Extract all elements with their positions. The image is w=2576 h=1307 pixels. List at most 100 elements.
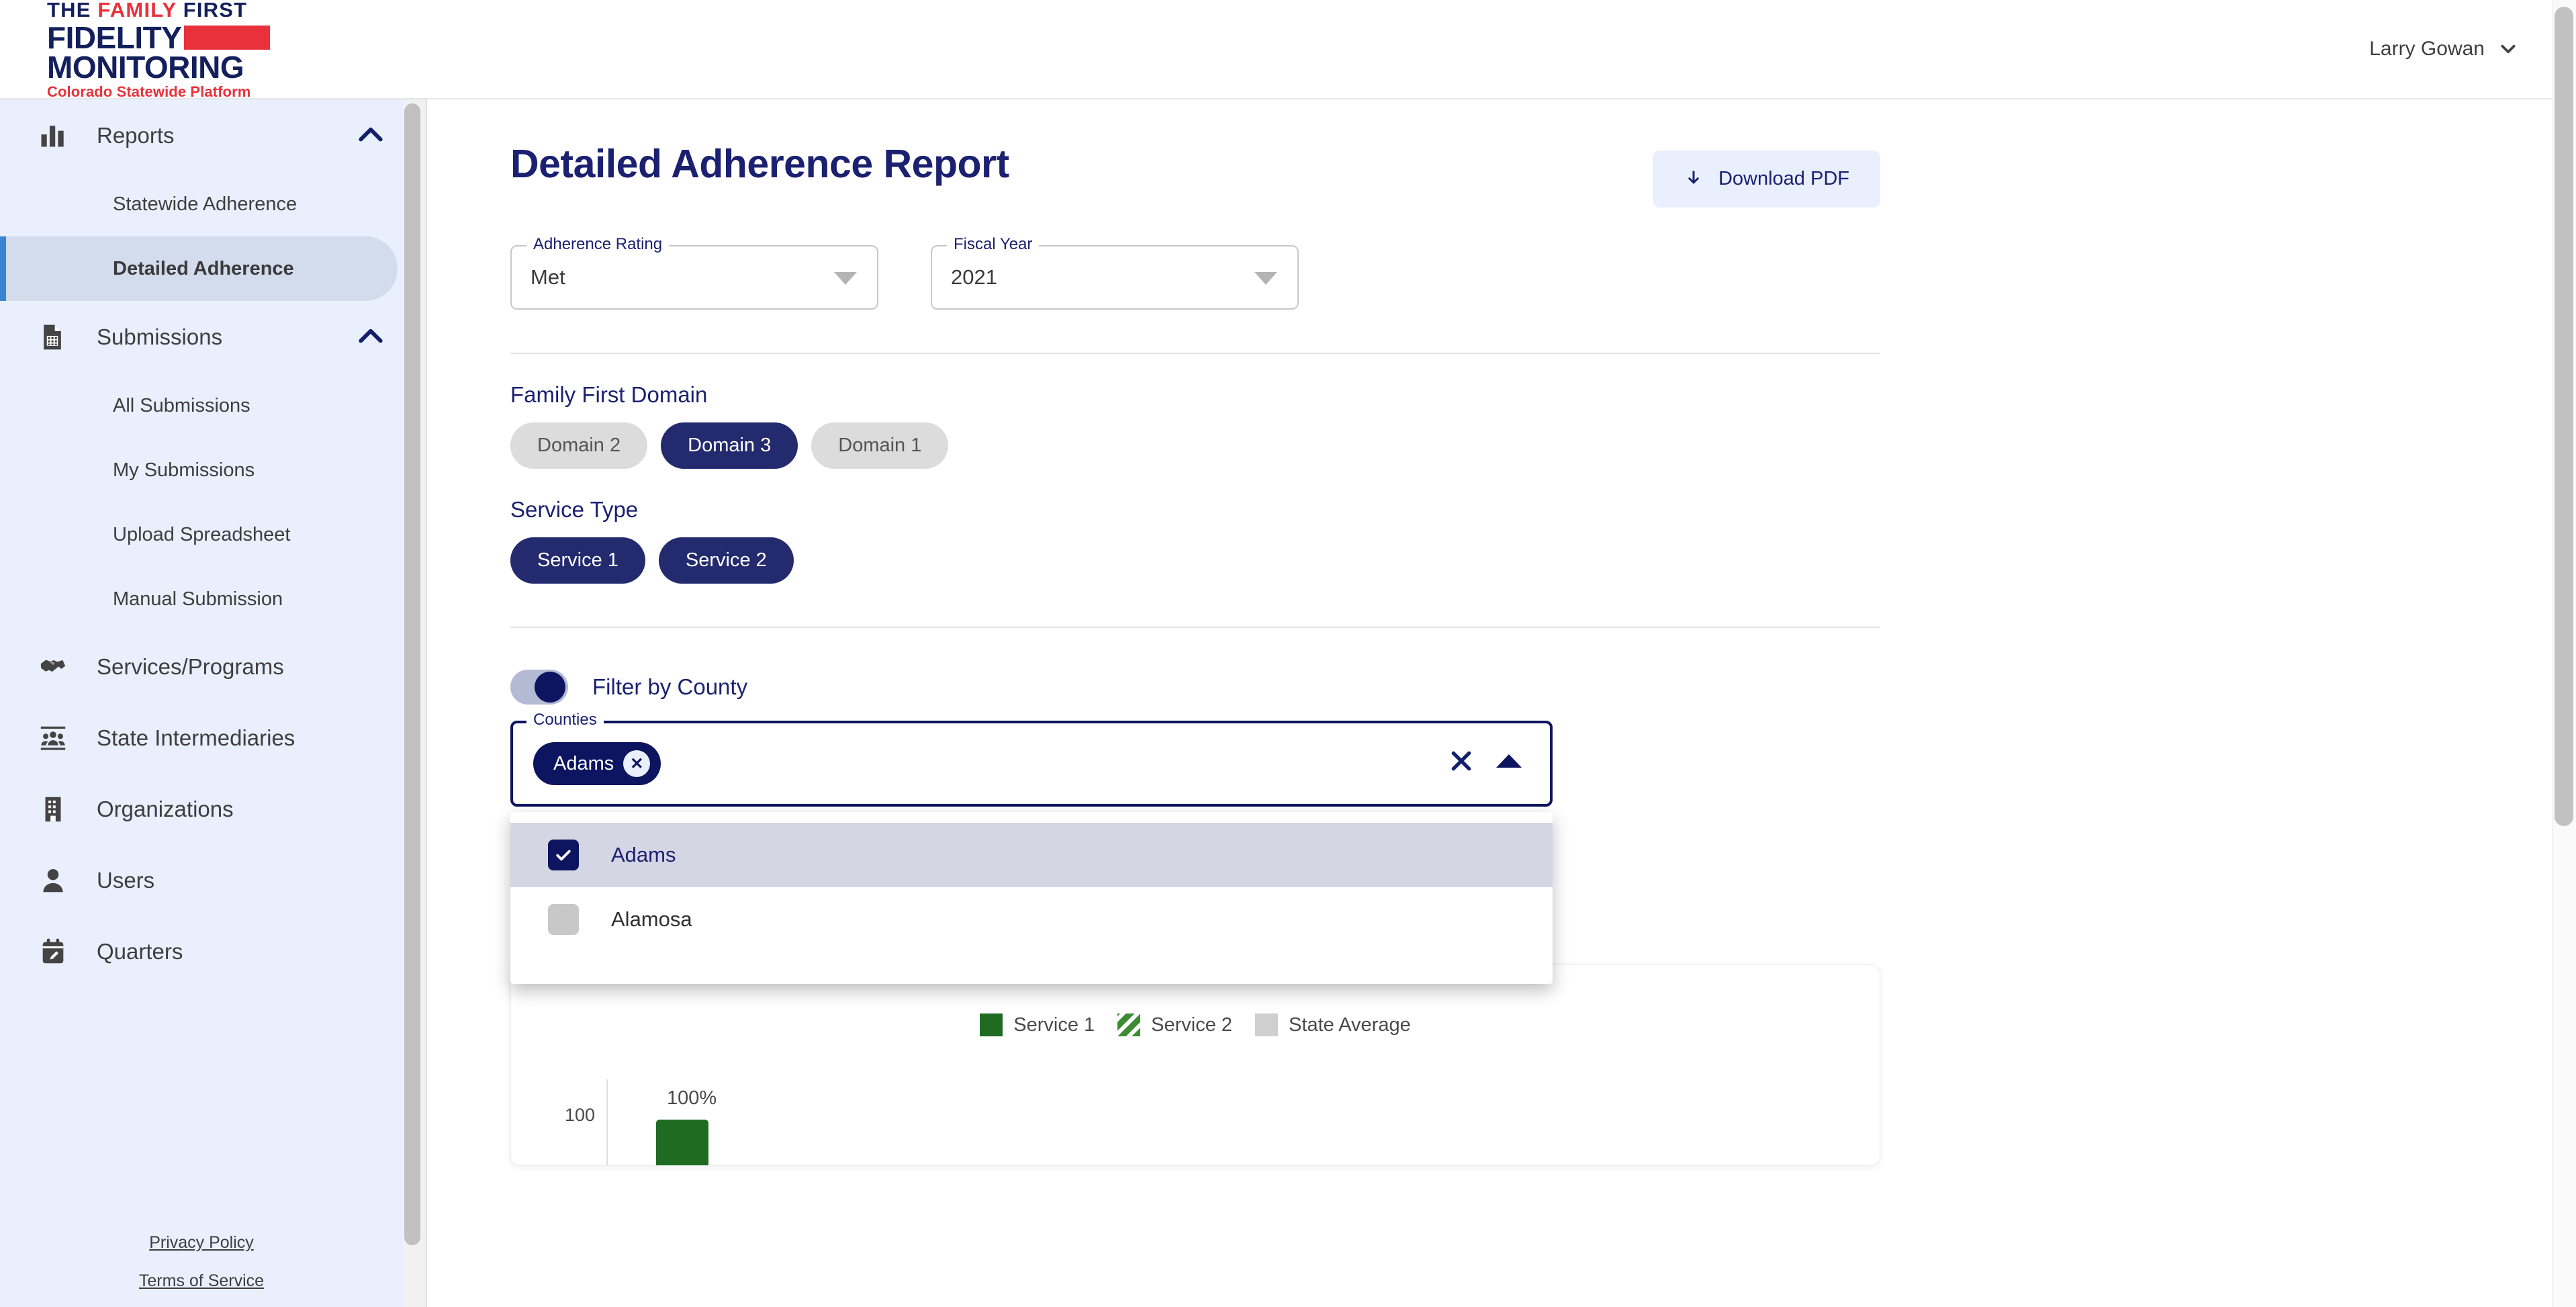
page-scrollbar-track[interactable] [2552,0,2576,1307]
remove-county-icon[interactable]: ✕ [623,750,651,777]
sidebar-item-label: Services/Programs [97,654,284,679]
sidebar-item-manual-submission[interactable]: Manual Submission [0,567,426,631]
sidebar-item-detailed-adherence[interactable]: Detailed Adherence [0,236,398,301]
sidebar-item-organizations[interactable]: Organizations [0,774,426,845]
section-divider-2 [510,627,1880,628]
sidebar-item-label: Manual Submission [113,588,283,610]
app-root: THE FAMILY FIRST FIDELITY MONITORING Col… [0,0,2576,1307]
counties-multiselect: Counties Adams ✕ Adams Alamosa [510,711,1553,984]
county-option-alamosa[interactable]: Alamosa [510,887,1553,952]
sidebar-item-upload-spreadsheet[interactable]: Upload Spreadsheet [0,502,426,567]
legend-label: Service 1 [1013,1013,1095,1036]
logo-line-1: THE FAMILY FIRST [47,0,270,20]
legend-item-state-average[interactable]: State Average [1255,1013,1411,1036]
logo-line-2: FIDELITY [47,19,271,55]
domain-chip-1[interactable]: Domain 1 [811,422,949,469]
chevron-down-icon [834,272,857,285]
filter-by-county-label: Filter by County [592,674,748,699]
fiscal-year-label: Fiscal Year [947,235,1040,254]
sidebar-item-my-submissions[interactable]: My Submissions [0,438,426,502]
people-group-icon [38,723,70,754]
brand-logo: THE FAMILY FIRST FIDELITY MONITORING Col… [47,0,271,99]
sidebar-item-users[interactable]: Users [0,845,426,916]
domain-chip-3[interactable]: Domain 3 [661,422,798,469]
sidebar-item-label: Organizations [97,797,234,821]
family-first-domain-label: Family First Domain [510,382,708,407]
sidebar-group-label-reports: Reports [97,123,175,148]
building-icon [38,794,70,825]
service-chip-2[interactable]: Service 2 [658,537,794,584]
adherence-rating-label: Adherence Rating [526,235,670,254]
toggle-knob [535,672,565,703]
service-chip-1[interactable]: Service 1 [510,537,645,584]
counties-dropdown-menu: Adams Alamosa [510,812,1553,984]
app-header: THE FAMILY FIRST FIDELITY MONITORING Col… [0,0,2565,99]
logo-the: THE [47,0,98,21]
sidebar-item-state-intermediaries[interactable]: State Intermediaries [0,703,426,774]
legend-item-service-2[interactable]: Service 2 [1117,1013,1232,1036]
sidebar-scrollbar-track[interactable] [403,99,424,1307]
y-axis-line [606,1079,608,1165]
legend-swatch-icon [1117,1013,1141,1036]
user-name: Larry Gowan [2369,38,2485,60]
chevron-up-icon [359,328,383,343]
page-title-row: Detailed Adherence Report Download PDF [510,99,1880,208]
chevron-down-icon [1254,272,1277,285]
logo-monitoring: MONITORING [47,49,244,85]
sidebar: Reports Statewide Adherence Detailed Adh… [0,99,427,1307]
filter-selects: Adherence Rating Met Fiscal Year 2021 [510,235,1880,310]
sidebar-item-label: Statewide Adherence [113,193,297,215]
privacy-policy-link[interactable]: Privacy Policy [149,1233,254,1253]
logo-red-bar [184,25,271,50]
filter-by-county-toggle[interactable] [510,670,568,705]
chevron-up-icon [359,127,383,142]
county-chip-label: Adams [553,752,614,774]
legend-swatch-icon [980,1013,1003,1036]
logo-first: FIRST [176,0,248,21]
chart-card: Service 1 Service 2 State Average 100 10… [510,964,1880,1166]
sidebar-item-statewide-adherence[interactable]: Statewide Adherence [0,172,426,236]
main-content: Detailed Adherence Report Download PDF A… [427,99,2552,1307]
legend-swatch-icon [1255,1013,1279,1036]
sidebar-item-services-programs[interactable]: Services/Programs [0,631,426,703]
sidebar-group-reports[interactable]: Reports [0,99,426,172]
bar-data-label: 100% [667,1087,717,1109]
sidebar-item-quarters[interactable]: Quarters [0,916,426,987]
sidebar-group-submissions[interactable]: Submissions [0,301,426,373]
sidebar-item-all-submissions[interactable]: All Submissions [0,373,426,438]
sidebar-item-label: All Submissions [113,394,250,416]
checkbox-unchecked-icon[interactable] [548,904,579,935]
document-grid-icon [38,322,70,352]
adherence-rating-value: Met [531,265,565,289]
sidebar-item-label: Users [97,868,155,893]
adherence-rating-select[interactable]: Adherence Rating Met [510,235,878,310]
domain-chip-group: Domain 2 Domain 3 Domain 1 [510,422,1880,469]
checkbox-checked-icon[interactable] [548,840,579,870]
chart-legend: Service 1 Service 2 State Average [511,1013,1880,1036]
sidebar-footer: Privacy Policy Terms of Service [0,1233,403,1291]
user-menu[interactable]: Larry Gowan [2369,38,2517,60]
legend-item-service-1[interactable]: Service 1 [980,1013,1095,1036]
sidebar-item-label: Quarters [97,939,183,964]
report-content: Detailed Adherence Report Download PDF A… [510,99,1880,1166]
page-scrollbar-thumb[interactable] [2555,7,2573,826]
domain-chip-2[interactable]: Domain 2 [510,422,648,469]
collapse-dropdown-icon[interactable] [1496,754,1522,768]
download-pdf-button[interactable]: Download PDF [1652,150,1880,208]
terms-of-service-link[interactable]: Terms of Service [139,1271,264,1291]
sidebar-scrollbar-thumb[interactable] [404,103,420,1245]
county-option-label: Alamosa [611,907,692,931]
calendar-edit-icon [38,936,70,967]
sidebar-group-label-submissions: Submissions [97,324,223,349]
fiscal-year-select[interactable]: Fiscal Year 2021 [931,235,1299,310]
download-arrow-icon [1688,170,1699,183]
sidebar-item-label: State Intermediaries [97,725,295,750]
counties-actions [1448,748,1522,774]
counties-input-box[interactable]: Counties Adams ✕ [510,711,1553,807]
chevron-down-icon [2501,44,2516,54]
logo-fidelity: FIDELITY [47,19,182,55]
county-option-adams[interactable]: Adams [510,823,1553,887]
filter-by-county-row: Filter by County [510,670,1880,705]
clear-all-icon[interactable] [1448,748,1475,774]
county-option-label: Adams [611,843,676,866]
